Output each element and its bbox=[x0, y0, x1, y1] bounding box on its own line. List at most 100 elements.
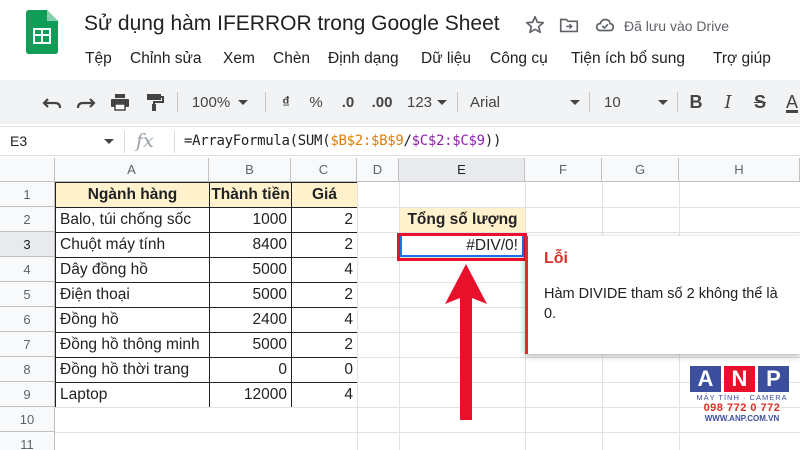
select-all-corner[interactable] bbox=[0, 158, 55, 182]
zoom-select[interactable]: 100% bbox=[190, 90, 250, 114]
menu-format[interactable]: Định dạng bbox=[328, 50, 399, 68]
document-title[interactable]: Sử dụng hàm IFERROR trong Google Sheet bbox=[84, 12, 500, 36]
paint-format-icon[interactable] bbox=[142, 90, 166, 114]
table-row-cell[interactable]: Đồng hồ thông minh bbox=[55, 332, 210, 358]
table-row-cell[interactable]: 2 bbox=[291, 332, 358, 358]
table-row-cell[interactable]: Dây đồng hồ bbox=[55, 257, 210, 283]
redo-icon[interactable] bbox=[74, 90, 98, 114]
star-icon[interactable] bbox=[524, 14, 546, 36]
header-cell-category[interactable]: Ngành hàng bbox=[55, 182, 210, 208]
column-header-g[interactable]: G bbox=[602, 158, 679, 182]
table-row-cell[interactable]: 0 bbox=[291, 357, 358, 383]
undo-icon[interactable] bbox=[40, 90, 64, 114]
name-box[interactable]: E3 bbox=[10, 133, 27, 149]
row-header-1[interactable]: 1 bbox=[0, 182, 55, 207]
menu-view[interactable]: Xem bbox=[223, 50, 255, 68]
table-row-cell[interactable]: Điện thoại bbox=[55, 282, 210, 308]
menu-insert[interactable]: Chèn bbox=[273, 50, 310, 68]
anp-subtitle: MÁY TÍNH · CAMERA bbox=[696, 393, 788, 402]
table-row-cell[interactable]: 5000 bbox=[209, 282, 292, 308]
menu-addons[interactable]: Tiện ích bổ sung bbox=[571, 50, 685, 68]
header-cell-price[interactable]: Giá bbox=[291, 182, 358, 208]
row-header-4[interactable]: 4 bbox=[0, 257, 55, 282]
table-row-cell[interactable]: 0 bbox=[209, 357, 292, 383]
formula-slash: / bbox=[403, 133, 412, 149]
menu-edit[interactable]: Chỉnh sửa bbox=[130, 50, 202, 68]
table-row-cell[interactable]: 1000 bbox=[209, 207, 292, 233]
row-header-3[interactable]: 3 bbox=[0, 232, 55, 257]
table-row-cell[interactable]: 2400 bbox=[209, 307, 292, 333]
more-formats-select[interactable]: 123 bbox=[402, 90, 452, 114]
formula-divider bbox=[174, 131, 175, 153]
toolbar: 100% ₫ % .0 .00 123 Arial 10 B I S A bbox=[0, 80, 800, 124]
column-header-f[interactable]: F bbox=[525, 158, 602, 182]
increase-decimal-button[interactable]: .00 bbox=[368, 90, 396, 114]
column-header-c[interactable]: C bbox=[291, 158, 357, 182]
text-color-button[interactable]: A bbox=[784, 90, 800, 114]
chevron-down-icon[interactable] bbox=[104, 139, 114, 144]
header-cell-amount[interactable]: Thành tiền bbox=[209, 182, 292, 208]
table-row-cell[interactable]: 4 bbox=[291, 257, 358, 283]
chevron-down-icon bbox=[658, 99, 668, 105]
anp-watermark-logo: A N P MÁY TÍNH · CAMERA 098 772 0 772 WW… bbox=[690, 366, 794, 444]
saved-status: Đã lưu vào Drive bbox=[624, 18, 730, 34]
row-header-10[interactable]: 10 bbox=[0, 407, 55, 432]
table-row-cell[interactable]: 2 bbox=[291, 207, 358, 233]
decrease-decimal-button[interactable]: .0 bbox=[336, 90, 360, 114]
formula-input[interactable]: =ArrayFormula(SUM($B$2:$B$9/$C$2:$C$9)) bbox=[184, 133, 501, 149]
table-row-cell[interactable]: Chuột máy tính bbox=[55, 232, 210, 258]
italic-button[interactable]: I bbox=[718, 90, 738, 114]
toolbar-separator bbox=[677, 92, 678, 112]
menu-file[interactable]: Tệp bbox=[85, 50, 112, 68]
menu-tools[interactable]: Công cụ bbox=[490, 50, 548, 68]
column-header-d[interactable]: D bbox=[357, 158, 399, 182]
table-row-cell[interactable]: Balo, túi chống sốc bbox=[55, 207, 210, 233]
column-header-h[interactable]: H bbox=[679, 158, 800, 182]
bold-button[interactable]: B bbox=[686, 90, 706, 114]
table-row-cell[interactable]: 2 bbox=[291, 232, 358, 258]
table-row-cell[interactable]: Đồng hồ bbox=[55, 307, 210, 333]
table-row-cell[interactable]: Đồng hồ thời trang bbox=[55, 357, 210, 383]
column-header-a[interactable]: A bbox=[55, 158, 209, 182]
print-icon[interactable] bbox=[108, 90, 132, 114]
table-row-cell[interactable]: 5000 bbox=[209, 332, 292, 358]
row-header-11[interactable]: 11 bbox=[0, 432, 55, 450]
error-tooltip-message: Hàm DIVIDE tham số 2 không thể là 0. bbox=[544, 286, 778, 322]
cloud-saved-icon[interactable] bbox=[594, 14, 616, 36]
gridline bbox=[357, 357, 800, 358]
table-row-cell[interactable]: 4 bbox=[291, 382, 358, 408]
row-header-5[interactable]: 5 bbox=[0, 282, 55, 307]
gridline bbox=[55, 432, 800, 433]
row-header-7[interactable]: 7 bbox=[0, 332, 55, 357]
strikethrough-button[interactable]: S bbox=[750, 90, 770, 114]
row-header-2[interactable]: 2 bbox=[0, 207, 55, 232]
font-size-value: 10 bbox=[604, 93, 621, 111]
row-header-8[interactable]: 8 bbox=[0, 357, 55, 382]
percent-format-button[interactable]: % bbox=[306, 90, 326, 114]
table-row-cell[interactable]: 5000 bbox=[209, 257, 292, 283]
row-header-9[interactable]: 9 bbox=[0, 382, 55, 407]
table-row-cell[interactable]: 8400 bbox=[209, 232, 292, 258]
table-row-cell[interactable]: 12000 bbox=[209, 382, 292, 408]
menu-help[interactable]: Trợ giúp bbox=[713, 50, 771, 68]
menu-bar: Tệp Chỉnh sửa Xem Chèn Định dạng Dữ liệu… bbox=[0, 48, 800, 74]
table-row-cell[interactable]: Laptop bbox=[55, 382, 210, 408]
currency-format-button[interactable]: ₫ bbox=[276, 90, 296, 114]
move-folder-icon[interactable] bbox=[558, 14, 580, 36]
table-row-cell[interactable]: 4 bbox=[291, 307, 358, 333]
font-size-select[interactable]: 10 bbox=[604, 90, 668, 114]
table-row-cell[interactable]: 2 bbox=[291, 282, 358, 308]
toolbar-separator bbox=[265, 92, 266, 112]
row-header-6[interactable]: 6 bbox=[0, 307, 55, 332]
annotation-highlight-box bbox=[397, 233, 527, 261]
formula-range-2: $C$2:$C$9 bbox=[411, 133, 485, 149]
more-formats-label: 123 bbox=[406, 93, 433, 111]
menu-data[interactable]: Dữ liệu bbox=[421, 50, 471, 68]
column-header-b[interactable]: B bbox=[209, 158, 291, 182]
column-header-e[interactable]: E bbox=[399, 158, 525, 182]
gridline bbox=[399, 182, 400, 450]
font-family-select[interactable]: Arial bbox=[470, 90, 580, 114]
formula-suffix: )) bbox=[484, 133, 502, 149]
formula-prefix: =ArrayFormula(SUM( bbox=[184, 133, 331, 149]
total-quantity-header-cell[interactable]: Tổng số lượng bbox=[399, 207, 526, 233]
